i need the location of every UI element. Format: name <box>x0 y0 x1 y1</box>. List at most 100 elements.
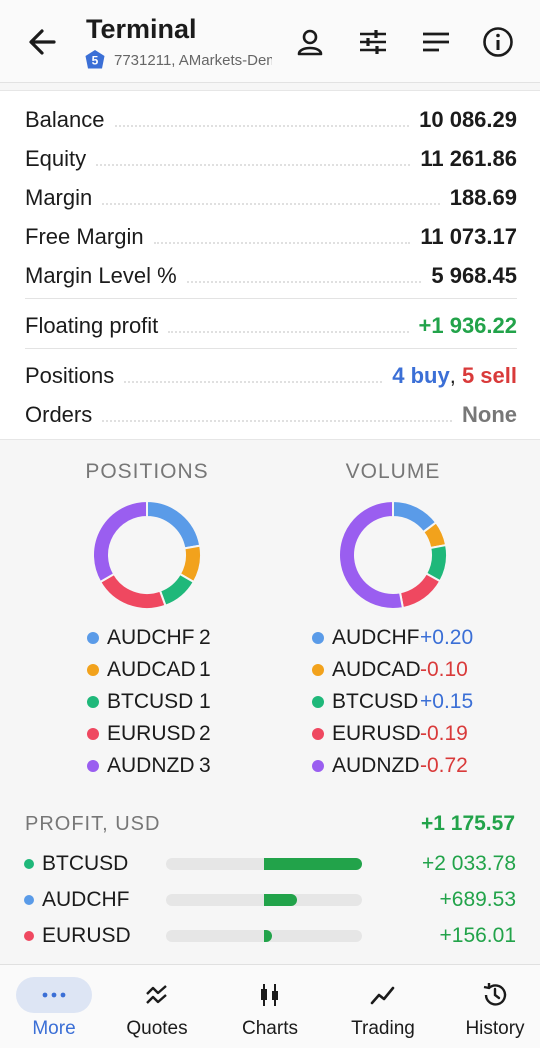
positions-donut-chart <box>92 500 202 610</box>
donut-slice-btcusd <box>158 572 196 608</box>
page-title: Terminal <box>86 14 197 44</box>
charts-icon <box>261 984 278 1006</box>
bottom-navigation: More Quotes Charts Trading History <box>0 964 540 1048</box>
profit-bar-track <box>166 858 362 870</box>
floating-profit-value: +1 936.22 <box>418 313 517 338</box>
donut-slice-audnzd <box>338 500 405 610</box>
orders-value: None <box>462 402 517 427</box>
account-badge-number: 5 <box>92 54 99 68</box>
equity-label: Equity <box>25 146 87 171</box>
legend-dot <box>87 760 99 772</box>
divider <box>25 298 517 299</box>
sort-lines-icon <box>423 32 449 52</box>
orders-row[interactable]: Orders None <box>25 398 517 428</box>
legend-symbol: EURUSD <box>107 722 196 745</box>
legend-value: 3 <box>199 754 211 777</box>
legend-item: EURUSD 2 <box>87 720 211 748</box>
sort-button[interactable] <box>416 22 456 62</box>
info-icon <box>483 27 513 57</box>
balance-row: Balance 10 086.29 <box>25 103 517 133</box>
legend-value: 1 <box>199 658 211 681</box>
legend-symbol: BTCUSD <box>332 690 419 713</box>
legend-value: 2 <box>199 722 211 745</box>
donut-slice-audnzd <box>92 500 148 584</box>
legend-dot <box>312 696 324 708</box>
legend-dot <box>312 760 324 772</box>
legend-symbol: BTCUSD <box>107 690 194 713</box>
balance-label: Balance <box>25 107 105 132</box>
legend-symbol: AUDCAD <box>332 658 421 681</box>
orders-label: Orders <box>25 402 93 427</box>
top-app-bar: Terminal 5 7731211, AMarkets-Demo <box>0 0 540 83</box>
profit-bar <box>264 894 298 906</box>
nav-trading-label: Trading <box>351 1018 415 1039</box>
profit-symbol: AUDCHF <box>42 888 130 911</box>
legend-item: AUDCHF +0.20 <box>312 624 473 652</box>
nav-quotes-label: Quotes <box>126 1018 188 1039</box>
legend-dot <box>312 728 324 740</box>
nav-charts-label: Charts <box>242 1018 298 1039</box>
nav-trading[interactable]: Trading <box>329 965 437 1048</box>
donut-slice-eurusd <box>98 572 167 610</box>
legend-dot <box>312 664 324 676</box>
profit-row: EURUSD +156.01 <box>24 922 516 950</box>
legend-symbol: AUDCHF <box>332 626 420 649</box>
positions-chart-title: POSITIONS <box>85 460 209 483</box>
profit-header: PROFIT, USD +1 175.57 <box>25 812 515 836</box>
back-button[interactable] <box>24 26 60 58</box>
legend-value: +0.15 <box>420 690 474 713</box>
quotes-icon <box>146 985 167 1004</box>
margin-row: Margin 188.69 <box>25 181 517 211</box>
margin-level-label: Margin Level % <box>25 263 177 288</box>
trading-icon <box>370 986 395 1005</box>
legend-symbol: AUDCHF <box>107 626 195 649</box>
profit-symbol: EURUSD <box>42 924 131 947</box>
filter-button[interactable] <box>353 22 393 62</box>
divider <box>25 348 517 349</box>
profit-value: +689.53 <box>439 888 517 911</box>
volume-donut-chart <box>338 500 448 610</box>
legend-value: -0.10 <box>420 658 468 681</box>
info-button[interactable] <box>478 22 518 62</box>
nav-history[interactable]: History <box>441 965 540 1048</box>
donut-slice-audchf <box>146 500 202 550</box>
nav-more-label: More <box>32 1018 76 1039</box>
positions-separator: , <box>449 363 456 388</box>
arrow-left-icon <box>29 29 56 55</box>
legend-item: EURUSD -0.19 <box>312 720 468 748</box>
positions-sell: 5 sell <box>461 363 517 388</box>
nav-history-label: History <box>465 1018 525 1039</box>
legend-value: +0.20 <box>420 626 474 649</box>
positions-label: Positions <box>25 363 115 388</box>
legend-item: AUDNZD -0.72 <box>312 752 468 780</box>
legend-value: 1 <box>199 690 211 713</box>
nav-quotes[interactable]: Quotes <box>103 965 211 1048</box>
nav-more[interactable]: More <box>0 965 108 1048</box>
positions-row[interactable]: Positions 4 buy, 5 sell <box>25 359 517 389</box>
legend-item: AUDNZD 3 <box>87 752 211 780</box>
free-margin-label: Free Margin <box>25 224 144 249</box>
legend-symbol: AUDNZD <box>332 754 420 777</box>
profit-symbol: BTCUSD <box>42 852 129 875</box>
profit-value: +156.01 <box>439 924 517 947</box>
legend-item: AUDCAD -0.10 <box>312 656 468 684</box>
margin-value: 188.69 <box>449 185 517 210</box>
margin-level-value: 5 968.45 <box>431 263 517 288</box>
profit-title: PROFIT, USD <box>25 812 161 835</box>
positions-buy: 4 buy <box>392 363 450 388</box>
profile-button[interactable] <box>290 22 330 62</box>
profit-dot <box>24 859 34 869</box>
account-info: 5 7731211, AMarkets-Demo <box>84 48 272 72</box>
nav-charts[interactable]: Charts <box>216 965 324 1048</box>
free-margin-value: 11 073.17 <box>420 224 517 249</box>
legend-dot <box>312 632 324 644</box>
profit-value: +2 033.78 <box>421 852 516 875</box>
legend-value: -0.19 <box>420 722 468 745</box>
equity-row: Equity 11 261.86 <box>25 142 517 172</box>
profit-row: BTCUSD +2 033.78 <box>24 850 516 878</box>
floating-profit-row: Floating profit +1 936.22 <box>25 309 517 339</box>
legend-item: BTCUSD +0.15 <box>312 688 473 716</box>
account-badge-icon: 5 <box>85 50 105 69</box>
margin-label: Margin <box>25 185 93 210</box>
donut-slice-eurusd <box>398 572 442 610</box>
